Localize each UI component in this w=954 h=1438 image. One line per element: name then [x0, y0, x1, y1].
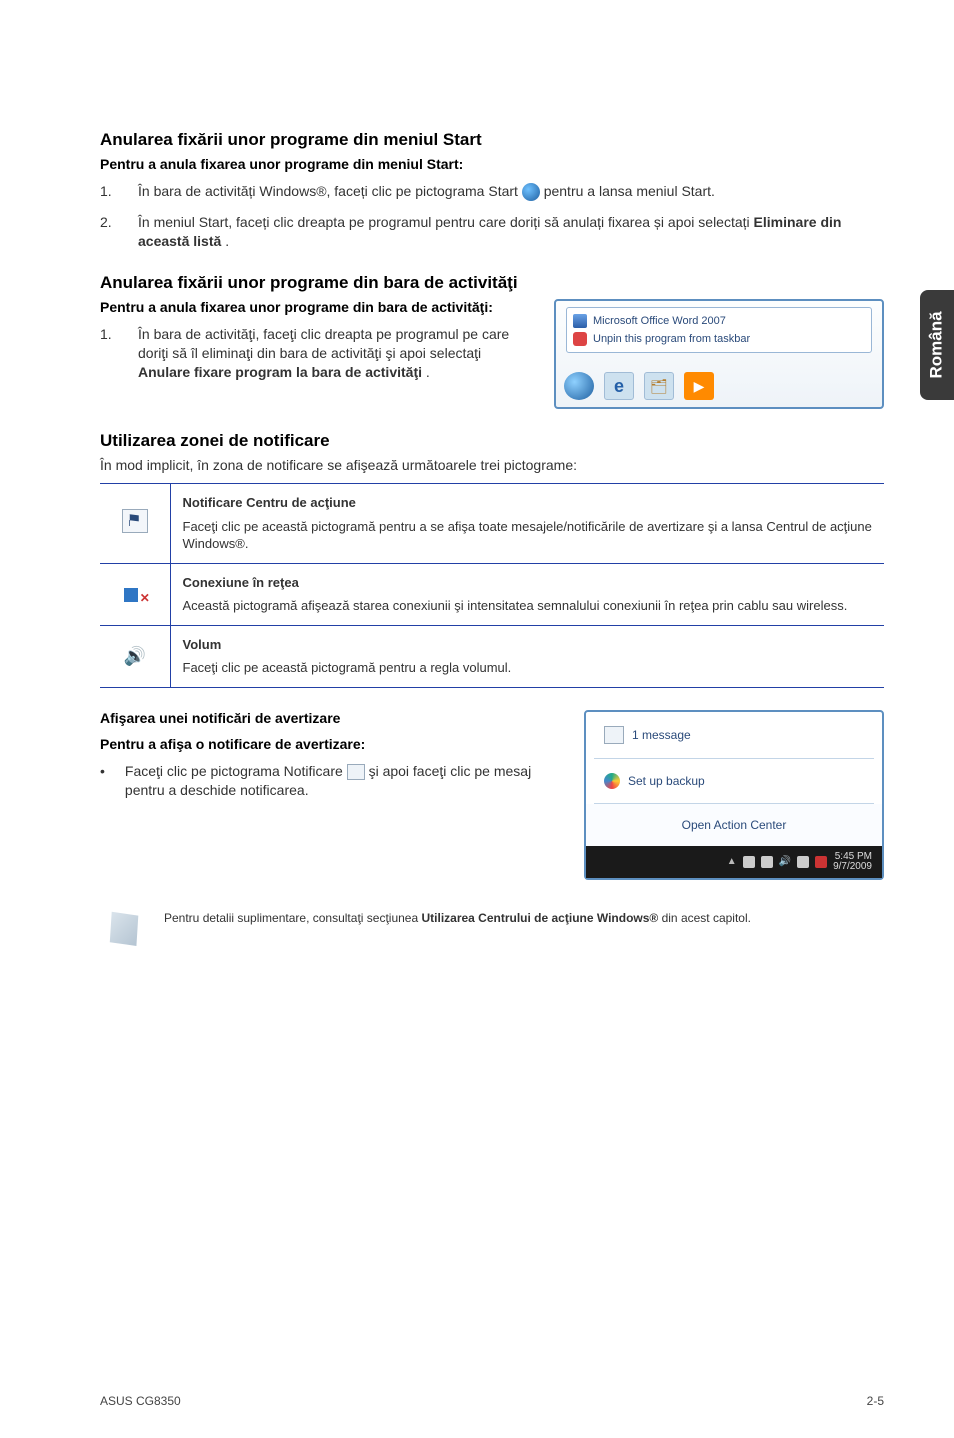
tray-icon: [815, 856, 827, 868]
tray-icon: [761, 856, 773, 868]
subheading-alert: Pentru a afişa o notificare de avertizar…: [100, 736, 554, 752]
table-row: Volum Faceţi clic pe această pictogramă …: [100, 625, 884, 687]
media-player-icon: ▶: [684, 372, 714, 400]
steps-unpin-start: 1. În bara de activități Windows®, faceț…: [100, 182, 884, 251]
step-number: 1.: [100, 182, 138, 201]
list-item: Faceţi clic pe pictograma Notificare şi …: [100, 762, 554, 800]
system-tray: ▲ 🔊 5:45 PM 9/7/2009: [586, 846, 882, 878]
screenshot-action-center-popup: 1 message Set up backup Open Action Cent…: [584, 710, 884, 880]
tray-up-icon: ▲: [727, 856, 737, 867]
note-text: Pentru detalii suplimentare, consultaţi …: [164, 910, 751, 927]
popup-setup-row: Set up backup: [586, 759, 882, 803]
tray-icon: [743, 856, 755, 868]
step-number: 2.: [100, 213, 138, 251]
start-button-icon: [564, 372, 594, 400]
step-1: 1. În bara de activități Windows®, faceț…: [100, 182, 884, 201]
heading-alert: Afişarea unei notificări de avertizare: [100, 710, 554, 726]
row-title: Notificare Centru de acţiune: [183, 494, 873, 512]
text-cell: Volum Faceţi clic pe această pictogramă …: [170, 625, 884, 687]
start-icon: [522, 183, 540, 201]
menu-row-unpin: Unpin this program from taskbar: [573, 330, 865, 348]
section-unpin-taskbar: Anularea fixării unor programe din bara …: [100, 273, 884, 409]
icon-cell: [100, 563, 170, 625]
language-label: Română: [927, 311, 947, 378]
heading-unpin-taskbar: Anularea fixării unor programe din bara …: [100, 273, 884, 293]
tray-volume-icon: 🔊: [779, 856, 791, 867]
tray-clock: 5:45 PM 9/7/2009: [833, 852, 872, 872]
network-icon: [122, 580, 148, 604]
taskbar-strip: e 🗂 ▶: [564, 369, 874, 403]
step-2: 2. În meniul Start, faceți clic dreapta …: [100, 213, 884, 251]
alert-bullet-list: Faceţi clic pe pictograma Notificare şi …: [100, 762, 554, 800]
section-alert-notification: Afişarea unei notificări de avertizare P…: [100, 710, 884, 880]
steps-unpin-taskbar: 1. În bara de activităţi, faceţi clic dr…: [100, 325, 536, 382]
footer-right: 2-5: [867, 1394, 884, 1408]
row-desc: Faceţi clic pe această pictogramă pentru…: [183, 519, 872, 552]
unpin-icon: [573, 332, 587, 346]
footer-left: ASUS CG8350: [100, 1394, 181, 1408]
table-row: Notificare Centru de acţiune Faceţi clic…: [100, 484, 884, 564]
icon-cell: [100, 625, 170, 687]
row-desc: Faceţi clic pe această pictogramă pentru…: [183, 660, 512, 675]
backup-icon: [604, 773, 620, 789]
flag-icon: [604, 726, 624, 744]
table-row: Conexiune în reţea Această pictogramă af…: [100, 563, 884, 625]
note-box: Pentru detalii suplimentare, consultaţi …: [100, 910, 884, 948]
row-title: Volum: [183, 636, 873, 654]
text-cell: Conexiune în reţea Această pictogramă af…: [170, 563, 884, 625]
intro-notification-area: În mod implicit, în zona de notificare s…: [100, 457, 884, 473]
action-center-flag-icon: [122, 509, 148, 533]
menu-row-word: Microsoft Office Word 2007: [573, 312, 865, 330]
subheading-unpin-taskbar: Pentru a anula fixarea unor programe din…: [100, 299, 536, 315]
popup-open-link: Open Action Center: [586, 804, 882, 846]
step-text: În bara de activităţi, faceţi clic dreap…: [138, 325, 536, 382]
heading-notification-area: Utilizarea zonei de notificare: [100, 431, 884, 451]
section-unpin-start-menu: Anularea fixării unor programe din meniu…: [100, 130, 884, 251]
section-notification-area: Utilizarea zonei de notificare În mod im…: [100, 431, 884, 688]
subheading-unpin-start: Pentru a anula fixarea unor programe din…: [100, 156, 884, 172]
page-footer: ASUS CG8350 2-5: [100, 1394, 884, 1408]
step-text: În meniul Start, faceți clic dreapta pe …: [138, 213, 884, 251]
volume-icon: [122, 644, 148, 668]
row-title: Conexiune în reţea: [183, 574, 873, 592]
icon-cell: [100, 484, 170, 564]
ie-icon: e: [604, 372, 634, 400]
row-desc: Această pictogramă afişează starea conex…: [183, 598, 848, 613]
screenshot-unpin-taskbar: Microsoft Office Word 2007 Unpin this pr…: [554, 299, 884, 409]
notification-table: Notificare Centru de acţiune Faceţi clic…: [100, 483, 884, 688]
tray-flag-icon: [797, 856, 809, 868]
note-pencil-icon: [106, 910, 144, 948]
explorer-icon: 🗂: [644, 372, 674, 400]
bullet-text: Faceţi clic pe pictograma Notificare şi …: [125, 762, 554, 800]
context-menu: Microsoft Office Word 2007 Unpin this pr…: [566, 307, 872, 353]
notification-flag-icon: [347, 764, 365, 780]
step-1: 1. În bara de activităţi, faceţi clic dr…: [100, 325, 536, 382]
heading-unpin-start: Anularea fixării unor programe din meniu…: [100, 130, 884, 150]
language-side-tab: Română: [920, 290, 954, 400]
step-text: În bara de activități Windows®, faceți c…: [138, 182, 884, 201]
popup-message-header: 1 message: [586, 712, 882, 758]
word-icon: [573, 314, 587, 328]
step-number: 1.: [100, 325, 138, 382]
text-cell: Notificare Centru de acţiune Faceţi clic…: [170, 484, 884, 564]
